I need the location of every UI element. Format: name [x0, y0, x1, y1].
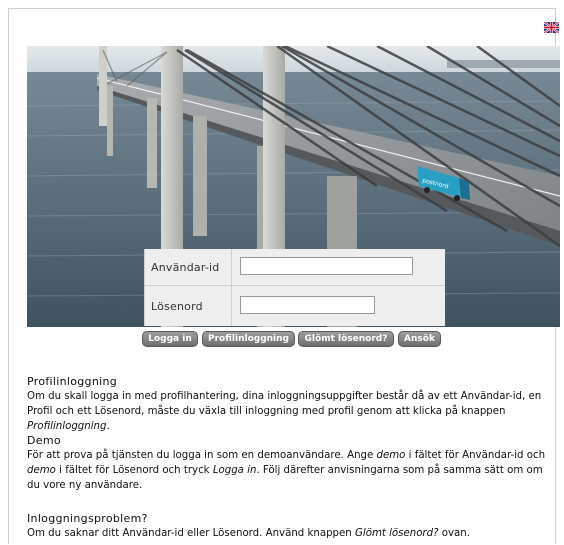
label-separator: [231, 249, 232, 326]
apply-button[interactable]: Ansök: [398, 331, 441, 347]
row-divider: [145, 285, 445, 286]
uk-flag-icon[interactable]: [543, 18, 560, 34]
forgot-password-button[interactable]: Glömt lösenord?: [298, 331, 394, 347]
info-section-login-problems: Inloggningsproblem? Om du saknar ditt An…: [27, 511, 557, 541]
login-panel: Användar-id Lösenord: [144, 249, 445, 326]
section-title: Inloggningsproblem?: [27, 512, 148, 525]
login-button[interactable]: Logga in: [142, 331, 198, 347]
username-input[interactable]: [240, 257, 413, 275]
section-body: För att prova på tjänsten du logga in so…: [27, 450, 546, 491]
section-body: Om du skall logga in med profilhantering…: [27, 391, 542, 432]
info-section-demo: Demo För att prova på tjänsten du logga …: [27, 433, 557, 493]
section-body: Om du saknar ditt Användar-id eller Löse…: [27, 528, 470, 539]
username-label: Användar-id: [151, 261, 220, 274]
profile-login-button[interactable]: Profilinloggning: [202, 331, 295, 347]
password-label: Lösenord: [151, 300, 203, 313]
info-section-profile: Profilinloggning Om du skall logga in me…: [27, 374, 557, 434]
section-title: Profilinloggning: [27, 375, 117, 388]
section-title: Demo: [27, 434, 61, 447]
password-input[interactable]: [240, 296, 375, 314]
